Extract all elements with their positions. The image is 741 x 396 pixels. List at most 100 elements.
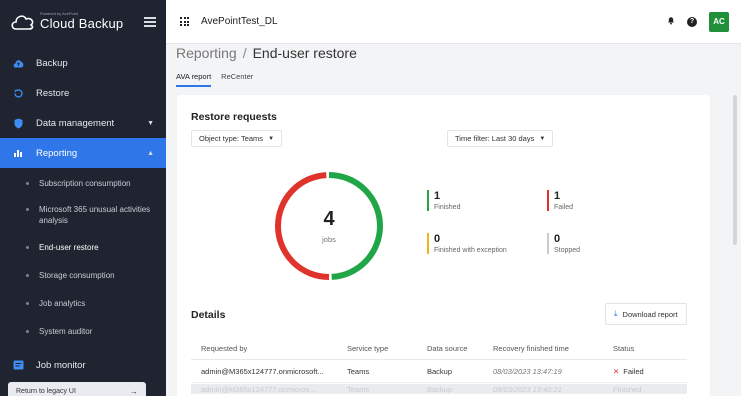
- finished-time-cell: 08/03/2023 13:47:19: [493, 367, 562, 376]
- tab-ava-report[interactable]: AVA report: [176, 72, 212, 87]
- dropdown-value: Time filter: Last 30 days: [455, 134, 535, 143]
- caret-down-icon: ▼: [268, 135, 275, 142]
- status-label: Failed: [623, 367, 644, 376]
- bullet-icon: [26, 208, 29, 211]
- details-title: Details: [191, 309, 226, 321]
- restore-icon: [12, 87, 24, 99]
- footer-label: Return to legacy UI: [16, 387, 76, 395]
- stat-label: Failed: [554, 204, 574, 211]
- bullet-icon: [26, 246, 29, 249]
- logo: Powered by AvePoint Cloud Backup: [40, 11, 124, 31]
- cloud-upload-icon: [12, 57, 24, 69]
- stat-stopped: 0 Stopped: [547, 233, 580, 254]
- sidebar-subitem-system-auditor[interactable]: System auditor: [0, 326, 166, 342]
- sidebar-item-label: Job monitor: [36, 359, 86, 371]
- tab-recenter[interactable]: ReCenter: [221, 72, 253, 87]
- top-bar: AvePointTest_DL ? AC: [166, 0, 741, 44]
- column-header[interactable]: Data source: [427, 344, 493, 353]
- return-legacy-ui-button[interactable]: Return to legacy UI →: [8, 382, 146, 396]
- arrow-right-icon: →: [130, 386, 138, 396]
- bell-icon[interactable]: [667, 16, 675, 28]
- download-report-button[interactable]: ⤓ Download report: [605, 303, 687, 325]
- sidebar-subitem-job-analytics[interactable]: Job analytics: [0, 298, 166, 314]
- sidebar-item-restore[interactable]: Restore: [0, 78, 166, 108]
- caret-down-icon: ▼: [539, 135, 546, 142]
- sidebar-item-reporting[interactable]: Reporting ▲: [0, 138, 166, 168]
- bullet-icon: [26, 302, 29, 305]
- bullet-icon: [26, 182, 29, 185]
- stat-value: 0: [434, 233, 441, 245]
- sidebar-subitem-label: Microsoft 365 unusual activities analysi…: [39, 205, 151, 225]
- stat-failed: 1 Failed: [547, 190, 573, 211]
- status-badge: ✕ Failed: [613, 367, 687, 376]
- table-header: Requested by Service type Data source Re…: [191, 338, 687, 360]
- column-header[interactable]: Service type: [341, 344, 427, 353]
- sidebar-item-label: Restore: [36, 87, 70, 99]
- page-title: End-user restore: [252, 45, 357, 61]
- dropdown-value: Object type: Teams: [199, 134, 264, 143]
- stat-value: 0: [554, 233, 561, 245]
- sidebar-item-label: Reporting: [36, 147, 78, 159]
- stat-value: 1: [434, 190, 441, 202]
- stat-finished: 1 Finished: [427, 190, 460, 211]
- sidebar-subitem-label: System auditor: [39, 327, 93, 336]
- column-header[interactable]: Requested by: [191, 344, 341, 353]
- sidebar-item-label: Backup: [36, 57, 68, 69]
- table-row[interactable]: admin@M365x124777.onmicros... Teams Back…: [191, 384, 687, 394]
- requested-by-cell: admin@M365x124777.onmicrosoft...: [201, 367, 324, 376]
- sidebar-item-job-monitor[interactable]: Job monitor: [0, 350, 166, 380]
- sidebar-subitem-label: Storage consumption: [39, 271, 115, 280]
- finished-time-cell: 08/03/2023 13:40:21: [493, 385, 562, 394]
- bullet-icon: [26, 330, 29, 333]
- sidebar-item-backup[interactable]: Backup: [0, 48, 166, 78]
- close-icon: ✕: [613, 367, 620, 376]
- report-tabs: AVA report ReCenter: [176, 72, 253, 87]
- chevron-up-icon: ▲: [147, 149, 154, 157]
- requested-by-cell: admin@M365x124777.onmicros...: [201, 385, 316, 394]
- chart-icon: [12, 147, 24, 159]
- logo-row: Powered by AvePoint Cloud Backup: [0, 0, 166, 44]
- app-launcher-icon[interactable]: [180, 17, 189, 26]
- sidebar-item-data-management[interactable]: Data management ▼: [0, 108, 166, 138]
- monitor-icon: [12, 359, 24, 371]
- object-type-dropdown[interactable]: Object type: Teams ▼: [191, 130, 283, 147]
- download-label: Download report: [622, 309, 678, 319]
- sidebar-subitem-label: Job analytics: [39, 299, 86, 308]
- sidebar-subitem-subscription-consumption[interactable]: Subscription consumption: [0, 178, 166, 194]
- page-scrollbar[interactable]: [733, 95, 737, 245]
- sidebar-item-label: Data management: [36, 117, 115, 129]
- help-icon[interactable]: ?: [687, 16, 697, 27]
- sidebar-subitem-storage-consumption[interactable]: Storage consumption: [0, 270, 166, 286]
- sidebar-subitem-end-user-restore[interactable]: End-user restore: [0, 242, 166, 258]
- breadcrumb-parent[interactable]: Reporting: [176, 45, 237, 61]
- status-badge: Finished: [613, 385, 642, 394]
- table-row[interactable]: admin@M365x124777.onmicrosoft... Teams B…: [191, 361, 687, 383]
- data-source-cell: Backup: [427, 367, 453, 376]
- service-type-cell: Teams: [347, 367, 370, 376]
- sidebar-subitem-label: End-user restore: [39, 243, 99, 252]
- total-jobs-label: jobs: [322, 235, 336, 244]
- avatar[interactable]: AC: [709, 11, 729, 32]
- shield-icon: [12, 117, 24, 129]
- restore-requests-title: Restore requests: [191, 111, 277, 123]
- column-header[interactable]: Status: [613, 344, 687, 353]
- sidebar-subitem-label: Subscription consumption: [39, 179, 131, 188]
- service-type-cell: Teams: [347, 385, 370, 394]
- time-filter-dropdown[interactable]: Time filter: Last 30 days ▼: [447, 130, 554, 147]
- hamburger-menu-icon[interactable]: [144, 17, 156, 27]
- breadcrumb: Reporting / End-user restore: [176, 45, 357, 61]
- stat-label: Finished: [434, 204, 461, 211]
- data-source-cell: Backup: [427, 385, 453, 394]
- total-jobs-count: 4: [323, 208, 335, 230]
- sidebar: Powered by AvePoint Cloud Backup Backup …: [0, 0, 166, 396]
- tenant-name: AvePointTest_DL: [201, 16, 278, 27]
- report-card: Restore requests Object type: Teams ▼ Tim…: [177, 95, 710, 396]
- column-header[interactable]: Recovery finished time: [493, 344, 613, 353]
- sidebar-subitem-unusual-activities[interactable]: Microsoft 365 unusual activities analysi…: [0, 204, 166, 236]
- logo-text: Cloud Backup: [40, 16, 124, 31]
- stat-value: 1: [554, 190, 561, 202]
- bullet-icon: [26, 274, 29, 277]
- stat-label: Finished with exception: [434, 247, 507, 254]
- cloud-logo-icon: [10, 13, 36, 31]
- download-icon: ⤓: [614, 309, 618, 318]
